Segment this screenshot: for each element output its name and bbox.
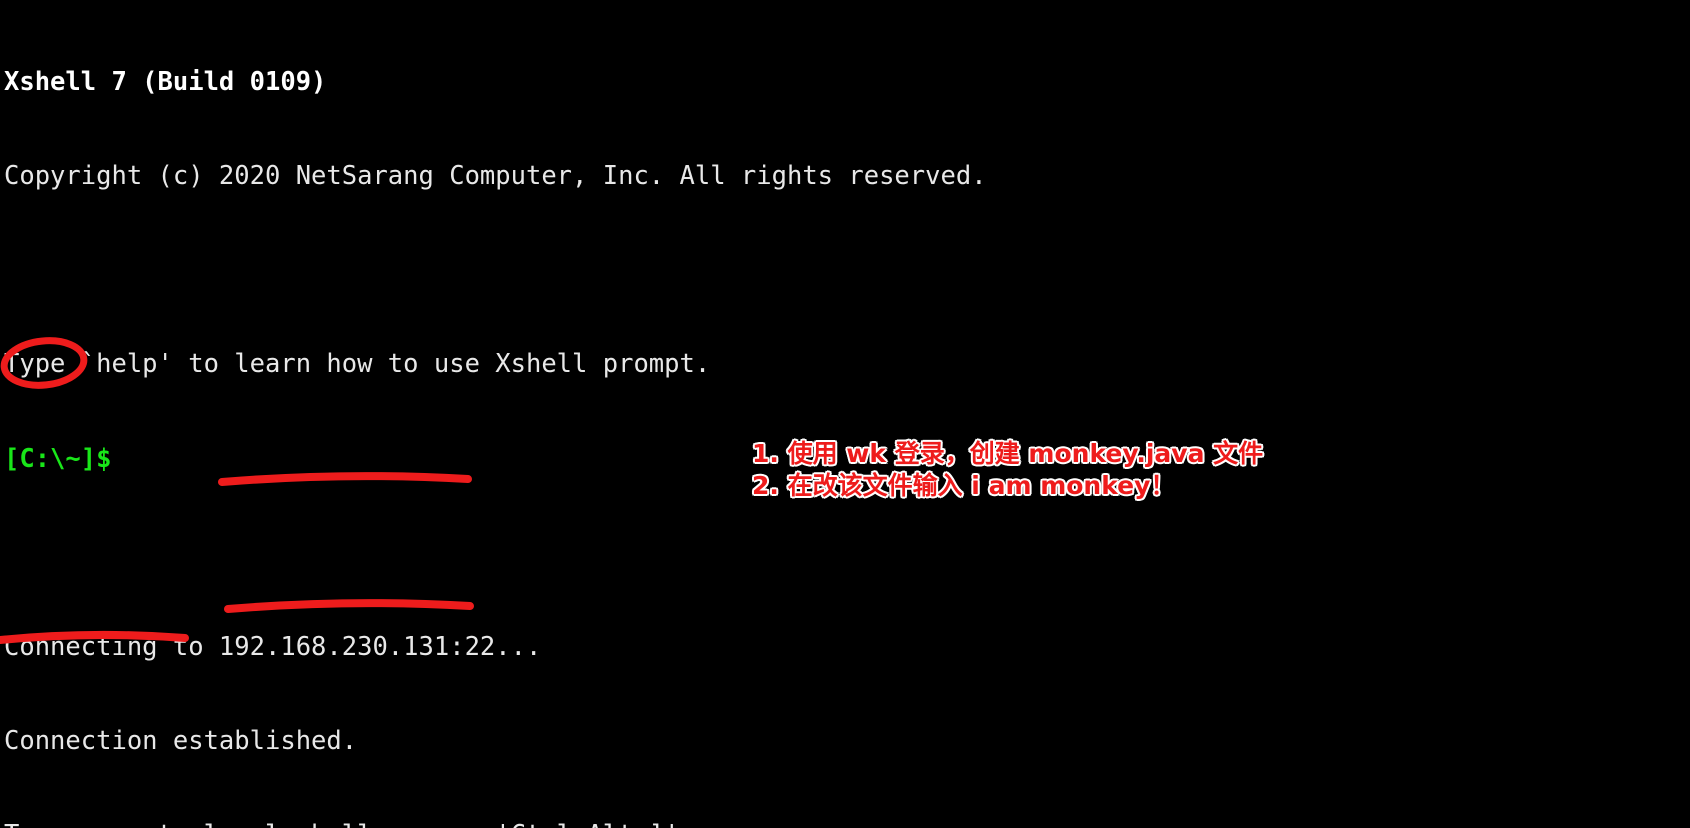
terminal-line-connected: Connection established. [4, 726, 358, 757]
terminal-line-help-hint: Type `help' to learn how to use Xshell p… [4, 349, 711, 380]
annotation-note-step-2: 2. 在改该文件输入 i am monkey！ [752, 471, 1176, 500]
terminal-line-copyright: Copyright (c) 2020 NetSarang Computer, I… [4, 161, 987, 192]
annotation-note-step-1: 1. 使用 wk 登录，创建 monkey.java 文件 [752, 439, 1264, 468]
xshell-terminal-window: Xshell 7 (Build 0109) Copyright (c) 2020… [0, 0, 1690, 828]
terminal-line-escape-hint: To escape to local shell, press 'Ctrl+Al… [4, 820, 1690, 828]
terminal-line-blank-1 [4, 255, 1690, 286]
terminal-line-blank-2 [4, 538, 1690, 569]
terminal-line-app-title: Xshell 7 (Build 0109) [4, 66, 327, 97]
terminal-line-connecting: Connecting to 192.168.230.131:22... [4, 632, 542, 663]
terminal-output[interactable]: Xshell 7 (Build 0109) Copyright (c) 2020… [0, 0, 1690, 828]
